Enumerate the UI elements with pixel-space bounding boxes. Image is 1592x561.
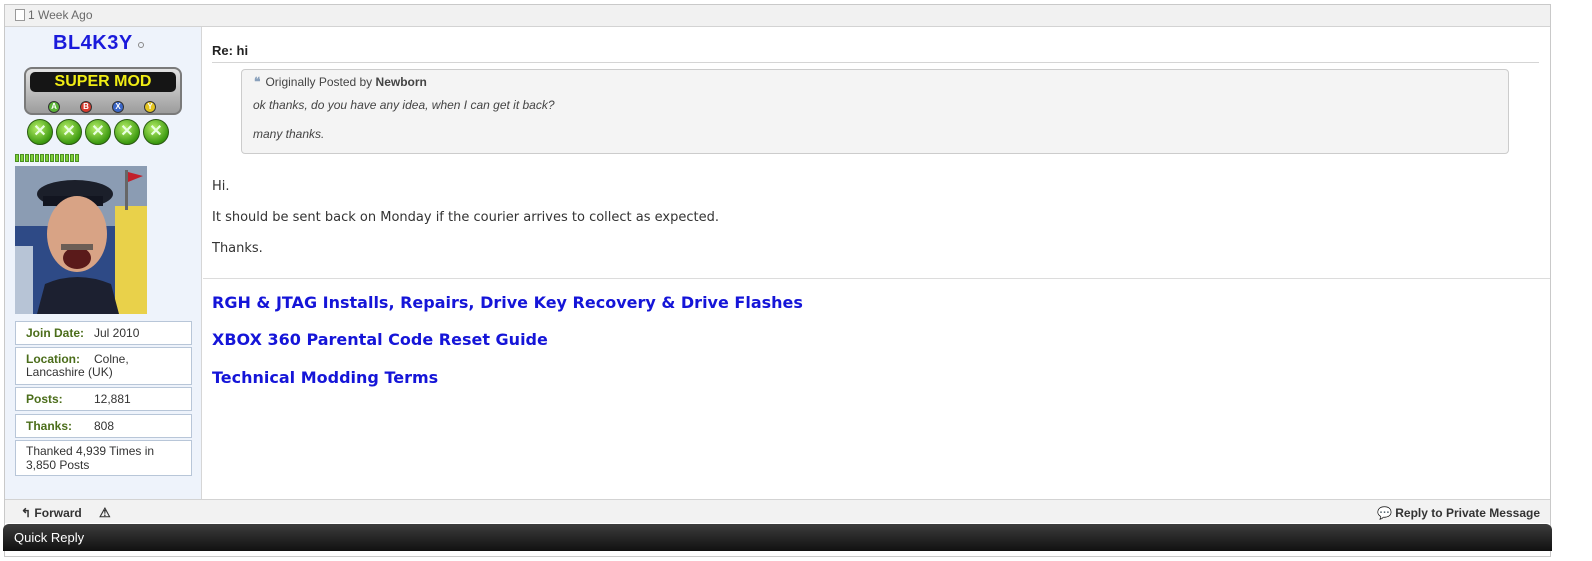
quote-line: ok thanks, do you have any idea, when I … [253,98,555,112]
rank-buttons: ABXY [48,96,176,114]
post-body-line: Hi. [212,179,230,194]
x-button-icon: X [112,101,124,113]
reputation-pip [35,154,39,162]
quote-author-link[interactable]: Newborn [376,75,427,89]
reputation-pip [20,154,24,162]
user-avatar[interactable] [15,166,147,314]
y-button-icon: Y [144,101,156,113]
reputation-pip [75,154,79,162]
posts-value: 12,881 [94,392,131,406]
a-button-icon: A [48,101,60,113]
post-body-line: Thanks. [212,241,263,256]
reputation-pip [40,154,44,162]
thanks-label: Thanks: [26,419,73,433]
post-container: 1 Week Ago BL4K3Y SUPER MOD ABXY ✕ ✕ ✕ ✕ ✕ [3,4,1552,557]
join-date-value: Jul 2010 [94,326,140,340]
signature-link[interactable]: XBOX 360 Parental Code Reset Guide [212,330,548,349]
reply-private-message-button[interactable]: 💬 Reply to Private Message [1377,506,1540,520]
offline-status-icon [138,42,144,48]
signature-link[interactable]: Technical Modding Terms [212,368,438,387]
quote-block: ❝ Originally Posted by Newborn ok thanks,… [241,69,1509,154]
post-content: Re: hi ❝ Originally Posted by Newborn ok … [203,27,1550,499]
rank-orbs: ✕ ✕ ✕ ✕ ✕ [27,119,172,145]
reputation-pip [65,154,69,162]
post-timestamp: 1 Week Ago [28,8,93,22]
info-thanks: Thanks: 808 [15,414,192,438]
rank-image: SUPER MOD A B X Y [24,67,182,115]
warning-icon[interactable]: ⚠ [99,505,111,521]
join-date-label: Join Date: [26,326,85,340]
post-header-bar: 1 Week Ago [5,5,1550,27]
reputation-pip [50,154,54,162]
info-location: Location: Colne, Lancashire (UK) [15,347,192,385]
forward-label: Forward [34,506,82,520]
quote-prefix: Originally Posted by [265,75,373,89]
document-icon [15,9,25,21]
username-link[interactable]: BL4K3Y [53,32,133,55]
quote-icon: ❝ [254,75,261,89]
reply-pm-label: Reply to Private Message [1395,506,1540,520]
title-divider [212,62,1539,63]
thanks-value: 808 [94,419,115,433]
reputation-pip [60,154,64,162]
info-join-date: Join Date: Jul 2010 [15,321,192,345]
info-posts: Posts: 12,881 [15,387,192,411]
info-thanked: Thanked 4,939 Times in 3,850 Posts [15,440,192,476]
post-footer: ↰ Forward ⚠ 💬 Reply to Private Message [5,499,1550,523]
xbox-orb-icon: ✕ [85,119,111,145]
forward-icon: ↰ [21,506,32,520]
signature-divider [203,278,1550,279]
posts-label: Posts: [26,392,63,406]
quote-header: ❝ Originally Posted by Newborn [254,75,427,89]
avatar-image [15,166,147,314]
reputation-pip [70,154,74,162]
xbox-orb-icon: ✕ [143,119,169,145]
reputation-bar[interactable] [15,149,80,167]
quick-reply-bar[interactable]: Quick Reply [3,524,1552,551]
xbox-orb-icon: ✕ [27,119,53,145]
xbox-orb-icon: ✕ [56,119,82,145]
reputation-pip [55,154,59,162]
user-sidebar: BL4K3Y SUPER MOD ABXY ✕ ✕ ✕ ✕ ✕ Join Dat… [5,27,202,499]
b-button-icon: B [80,101,92,113]
xbox-orb-icon: ✕ [114,119,140,145]
post-title: Re: hi [212,43,249,58]
forward-button[interactable]: ↰ Forward [21,506,82,520]
quote-line: many thanks. [253,127,325,141]
reply-pm-icon: 💬 [1376,506,1392,520]
reputation-pip [45,154,49,162]
reputation-pip [25,154,29,162]
post-body-line: It should be sent back on Monday if the … [212,210,719,225]
reputation-pip [30,154,34,162]
reputation-pip [15,154,19,162]
signature-link[interactable]: RGH & JTAG Installs, Repairs, Drive Key … [212,293,803,312]
rank-title: SUPER MOD [30,72,176,92]
